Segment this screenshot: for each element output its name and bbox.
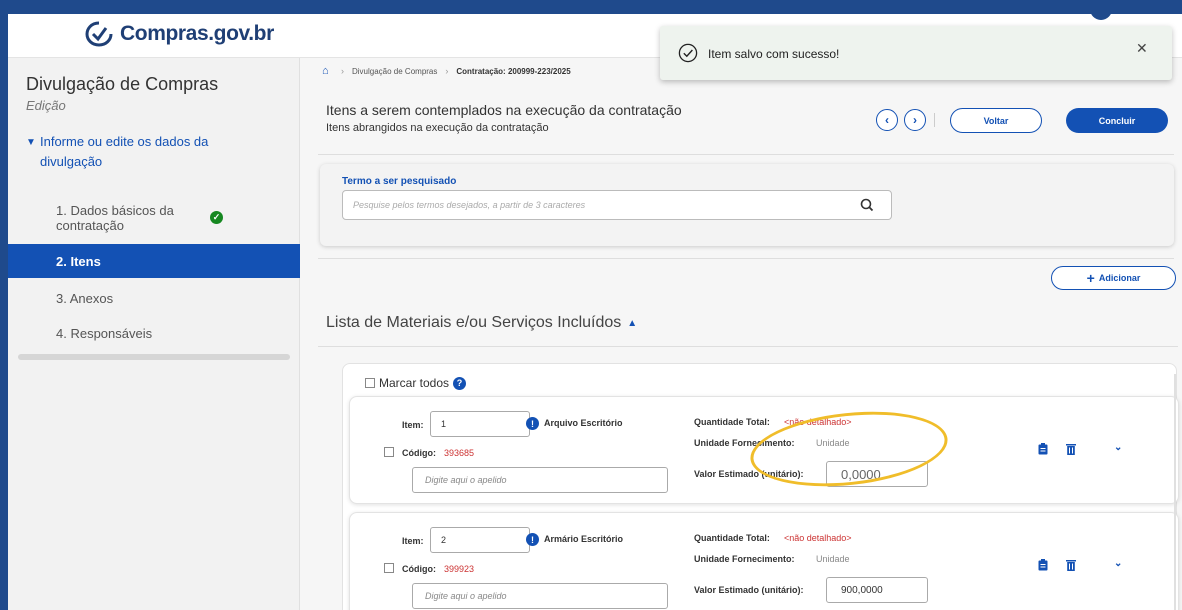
sidebar-item-responsaveis[interactable]: 4. Responsáveis — [8, 316, 300, 350]
item-number-field[interactable]: 1 — [430, 411, 530, 437]
logo-icon — [85, 21, 113, 47]
user-avatar[interactable] — [1090, 14, 1112, 20]
finish-button[interactable]: Concluir — [1066, 108, 1168, 133]
close-icon[interactable]: ✕ — [1136, 40, 1148, 57]
trash-icon[interactable] — [1066, 559, 1076, 571]
app-frame: Compras.gov.br Divulgação de Compras Edi… — [8, 14, 1182, 610]
sidebar-item-anexos[interactable]: 3. Anexos — [8, 282, 300, 314]
sidebar-item-label: 2. Itens — [56, 253, 101, 269]
unit-label: Unidade Fornecimento: — [694, 554, 795, 564]
help-icon[interactable]: ? — [453, 376, 467, 390]
sidebar-subtitle: Edição — [26, 98, 66, 113]
item-unit: Unidade — [816, 554, 850, 564]
item-description: Armário Escritório — [544, 534, 624, 544]
search-icon[interactable] — [858, 196, 876, 214]
list-item: Item: 1 ! Arquivo Escritório Código: 393… — [349, 396, 1179, 504]
quantity-label: Quantidade Total: — [694, 417, 770, 427]
mark-all-control[interactable]: Marcar todos ? — [365, 376, 467, 390]
code-label: Código: — [402, 564, 436, 574]
sidebar-section-label: Informe ou edite os dados da divulgação — [40, 134, 209, 169]
clipboard-icon[interactable] — [1038, 443, 1048, 455]
sidebar-section-toggle[interactable]: ▼ Informe ou edite os dados da divulgaçã… — [26, 132, 236, 172]
back-button[interactable]: Voltar — [950, 108, 1042, 133]
logo-text: Compras.gov.br — [120, 22, 274, 45]
list-item: Item: 2 ! Armário Escritório Código: 399… — [349, 512, 1179, 610]
sidebar-title: Divulgação de Compras — [26, 74, 219, 94]
trash-icon[interactable] — [1066, 443, 1076, 455]
mark-all-label: Marcar todos — [379, 376, 450, 390]
divider — [318, 258, 1174, 259]
search-card: Termo a ser pesquisado — [320, 164, 1174, 246]
item-description: Arquivo Escritório — [544, 418, 623, 428]
search-label: Termo a ser pesquisado — [342, 176, 457, 187]
sidebar-scrollbar[interactable] — [18, 354, 290, 360]
info-icon[interactable]: ! — [526, 533, 539, 546]
list-title[interactable]: Lista de Materiais e/ou Serviços Incluíd… — [326, 314, 637, 332]
info-icon[interactable]: ! — [526, 417, 539, 430]
sidebar-item-label: 3. Anexos — [56, 290, 114, 306]
item-checkbox[interactable] — [384, 563, 394, 573]
home-icon[interactable]: ⌂ — [322, 66, 333, 77]
chevron-right-icon: › — [913, 113, 917, 127]
page-scrollbar[interactable] — [1174, 374, 1176, 610]
item-number-field[interactable]: 2 — [430, 527, 530, 553]
divider — [934, 113, 935, 127]
list-title-text: Lista de Materiais e/ou Serviços Incluíd… — [326, 314, 622, 331]
item-label: Item: — [402, 420, 424, 430]
breadcrumb-link[interactable]: Divulgação de Compras — [352, 67, 437, 76]
page-title: Itens a serem contemplados na execução d… — [326, 102, 682, 118]
previous-button[interactable]: ‹ — [876, 109, 898, 131]
item-code: 393685 — [444, 448, 475, 458]
clipboard-icon[interactable] — [1038, 559, 1048, 571]
item-quantity: <não detalhado> — [784, 533, 852, 543]
item-checkbox[interactable] — [384, 447, 394, 457]
add-button[interactable]: + Adicionar — [1051, 266, 1176, 290]
chevron-up-icon: ▲ — [627, 317, 638, 329]
page-subtitle: Itens abrangidos na execução da contrata… — [326, 122, 549, 134]
items-list: Marcar todos ? Item: 1 ! Arquivo Escritó… — [342, 363, 1179, 610]
search-input[interactable] — [343, 191, 853, 219]
item-label: Item: — [402, 536, 424, 546]
value-label: Valor Estimado (unitário): — [694, 585, 804, 595]
main-content: ⌂ › Divulgação de Compras › Contratação:… — [300, 58, 1182, 610]
sidebar: Divulgação de Compras Edição ▼ Informe o… — [8, 58, 300, 610]
alias-input[interactable]: Digite aqui o apelido — [412, 467, 668, 493]
chevron-left-icon: ‹ — [885, 113, 889, 127]
logo[interactable]: Compras.gov.br — [84, 20, 274, 48]
alias-input[interactable]: Digite aqui o apelido — [412, 583, 668, 609]
plus-icon: + — [1086, 270, 1095, 286]
value-label: Valor Estimado (unitário): — [694, 469, 804, 479]
sidebar-item-dados-basicos[interactable]: 1. Dados básicos da contratação ✓ — [8, 196, 300, 240]
divider — [318, 154, 1174, 155]
success-toast: Item salvo com sucesso! ✕ — [660, 26, 1172, 80]
breadcrumb: ⌂ › Divulgação de Compras › Contratação:… — [322, 66, 571, 77]
toast-message: Item salvo com sucesso! — [708, 47, 840, 61]
check-circle-icon: ✓ — [210, 211, 223, 224]
sidebar-item-itens[interactable]: 2. Itens — [8, 244, 300, 278]
mark-all-checkbox[interactable] — [365, 378, 375, 388]
check-circle-icon — [678, 43, 698, 63]
estimated-value-input[interactable]: 0,0000 — [826, 461, 928, 487]
chevron-right-icon: › — [445, 66, 449, 76]
chevron-down-icon[interactable]: ⌄ — [1114, 558, 1122, 569]
code-label: Código: — [402, 448, 436, 458]
estimated-value-input[interactable]: 900,0000 — [826, 577, 928, 603]
breadcrumb-current: Contratação: 200999-223/2025 — [456, 66, 571, 76]
chevron-right-icon: › — [341, 66, 344, 76]
next-button[interactable]: › — [904, 109, 926, 131]
sidebar-item-label: 1. Dados básicos da contratação — [56, 203, 174, 233]
divider — [318, 346, 1178, 347]
chevron-down-icon: ▼ — [26, 137, 36, 148]
add-button-label: Adicionar — [1098, 273, 1141, 283]
item-unit: Unidade — [816, 438, 850, 448]
chevron-down-icon[interactable]: ⌄ — [1114, 442, 1122, 453]
sidebar-item-label: 4. Responsáveis — [56, 325, 153, 341]
item-quantity: <não detalhado> — [784, 417, 852, 427]
unit-label: Unidade Fornecimento: — [694, 438, 795, 448]
item-code: 399923 — [444, 564, 475, 574]
search-box — [342, 190, 892, 220]
quantity-label: Quantidade Total: — [694, 533, 770, 543]
